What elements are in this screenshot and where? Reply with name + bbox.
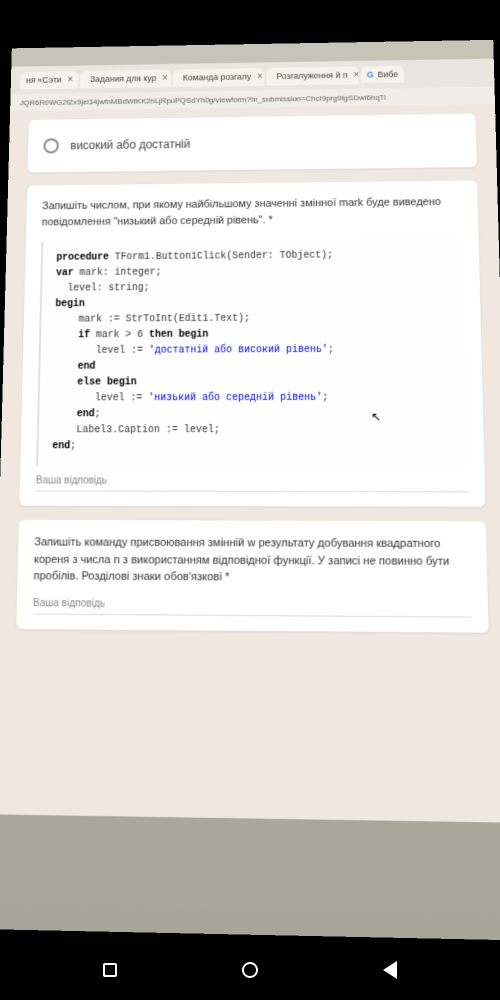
triangle-icon bbox=[383, 961, 397, 979]
status-bar bbox=[0, 0, 500, 30]
browser-tab[interactable]: Задания для кур × bbox=[80, 69, 171, 88]
answer-input[interactable]: Ваша відповідь bbox=[36, 475, 469, 492]
tab-title: Розгалуження й п bbox=[276, 70, 347, 80]
question-card-code: Запишіть числом, при якому найбільшому з… bbox=[19, 180, 485, 506]
android-nav-bar bbox=[0, 940, 500, 1000]
tab-title: Задания для кур bbox=[90, 73, 156, 83]
tab-title: Команда розгалу bbox=[183, 72, 251, 82]
url-text: JQR6R0WG2fZx9jel34jwfnMBdWtKK2hLjRpuPQSd… bbox=[20, 93, 386, 107]
home-button[interactable] bbox=[239, 959, 261, 981]
mouse-cursor-icon: ↖ bbox=[371, 410, 381, 424]
answer-input[interactable]: Ваша відповідь bbox=[33, 597, 472, 617]
browser-tab[interactable]: G Вибе bbox=[361, 66, 404, 84]
question-card-sqrt: Запишіть команду присвоювання змінній w … bbox=[16, 520, 488, 632]
form-content: високий або достатній Запишіть числом, п… bbox=[0, 104, 500, 823]
back-button[interactable] bbox=[379, 959, 401, 981]
code-block: procedure TForm1.Button1Click(Sender: TO… bbox=[36, 238, 468, 466]
recent-apps-button[interactable] bbox=[99, 959, 121, 981]
tab-title: ня «Сэти bbox=[26, 75, 62, 85]
radio-circle-icon bbox=[43, 138, 59, 153]
circle-icon bbox=[242, 962, 258, 978]
close-icon[interactable]: × bbox=[67, 74, 73, 84]
question-card-radio: високий або достатній bbox=[28, 114, 477, 173]
close-icon[interactable]: × bbox=[353, 70, 359, 80]
laptop-screen: ня «Сэти × Задания для кур × Команда роз… bbox=[0, 40, 500, 941]
google-g-icon: G bbox=[367, 70, 374, 79]
question-text: Запишіть команду присвоювання змінній w … bbox=[33, 534, 470, 587]
browser-tab[interactable]: Команда розгалу × bbox=[173, 68, 265, 87]
close-icon[interactable]: × bbox=[162, 73, 168, 83]
browser-tab[interactable]: ня «Сэти × bbox=[20, 71, 79, 89]
square-icon bbox=[103, 963, 117, 977]
radio-label: високий або достатній bbox=[70, 137, 190, 152]
close-icon[interactable]: × bbox=[257, 71, 263, 81]
browser-tab[interactable]: Розгалуження й п × bbox=[267, 66, 359, 85]
tab-title: Вибе bbox=[377, 70, 398, 80]
question-text: Запишіть числом, при якому найбільшому з… bbox=[42, 194, 463, 230]
radio-option[interactable]: високий або достатній bbox=[43, 127, 460, 159]
